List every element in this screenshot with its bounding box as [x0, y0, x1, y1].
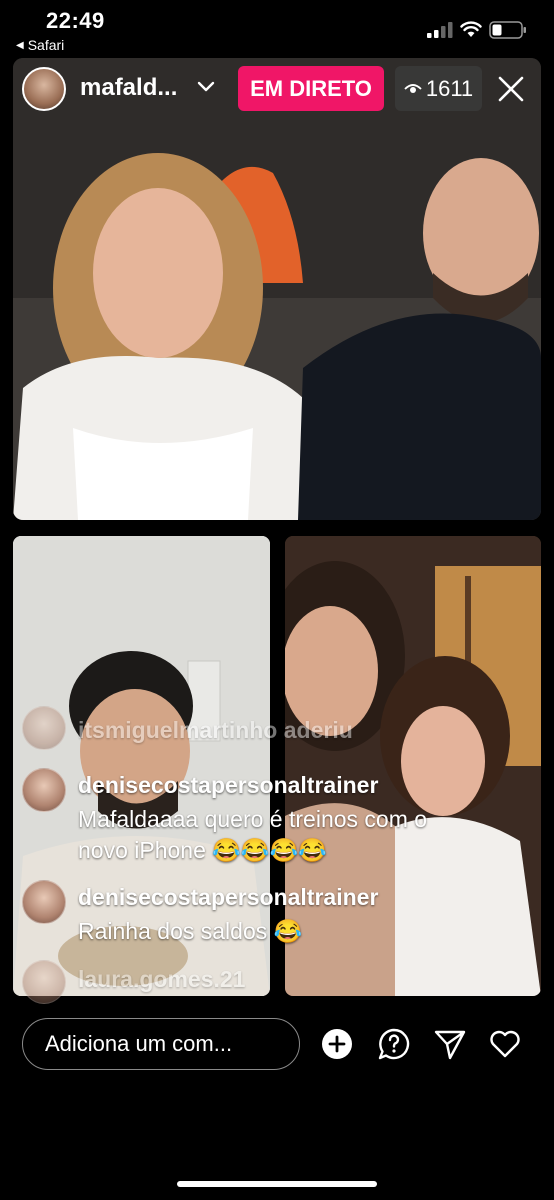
comment-text: Mafaldaaaa quero é treinos com o novo iP… [78, 806, 428, 863]
question-bubble-icon[interactable] [377, 1027, 411, 1061]
comment-avatar[interactable] [22, 880, 66, 924]
close-icon[interactable] [495, 73, 527, 105]
status-bar: 22:49 ◀ Safari [0, 0, 554, 58]
back-to-app-link[interactable]: ◀ Safari [16, 37, 64, 53]
viewer-count-badge[interactable]: 1611 [395, 66, 482, 111]
live-badge: EM DIRETO [238, 66, 384, 111]
comment-avatar[interactable] [22, 960, 66, 1004]
host-username[interactable]: mafald... [80, 74, 177, 102]
plus-circle-icon[interactable] [320, 1027, 354, 1061]
home-indicator[interactable] [177, 1181, 377, 1187]
viewer-count: 1611 [425, 75, 474, 101]
comment-username[interactable]: denisecostapersonaltrainer [78, 772, 378, 799]
status-time: 22:49 [46, 8, 105, 33]
comment-username[interactable]: denisecostapersonaltrainer [78, 884, 378, 911]
cellular-signal-icon [427, 22, 453, 38]
back-app-label: Safari [27, 37, 65, 53]
host-video-feed[interactable] [13, 58, 541, 520]
comment-avatar[interactable] [22, 706, 66, 750]
comment-avatar[interactable] [22, 768, 66, 812]
comment-username[interactable]: laura.gomes.21 [78, 966, 245, 993]
comment-input[interactable]: Adiciona um com... [22, 1018, 300, 1070]
comment-text: Rainha dos saldos 😂 [78, 918, 303, 944]
host-avatar[interactable] [22, 67, 66, 111]
host-video-image [13, 58, 541, 520]
wifi-icon [460, 21, 482, 37]
chevron-down-icon[interactable] [196, 80, 216, 94]
eye-icon [404, 83, 422, 93]
battery-icon [489, 21, 526, 39]
comment-username[interactable]: itsmiguelmartinho aderiu [78, 717, 353, 744]
heart-icon[interactable] [488, 1027, 522, 1061]
back-arrow-icon: ◀ [16, 39, 24, 51]
send-paper-plane-icon[interactable] [433, 1027, 467, 1061]
